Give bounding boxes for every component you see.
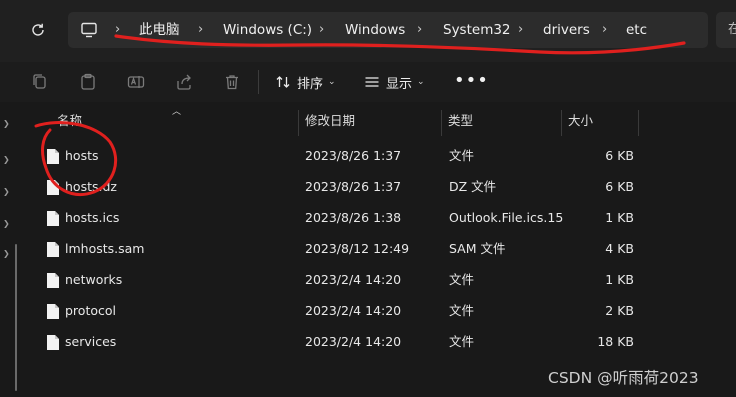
navigation-pane: ❯ ❯ ❯ ❯ ❯ (0, 102, 24, 397)
file-size: 1 KB (605, 272, 634, 287)
view-list-icon (365, 77, 379, 87)
file-name: protocol (65, 303, 116, 318)
view-label: 显示 (386, 76, 413, 92)
column-header-modified[interactable]: 修改日期 (305, 110, 355, 136)
expand-arrow-icon[interactable]: ❯ (3, 155, 11, 164)
chevron-down-icon: ⌄ (417, 77, 425, 87)
breadcrumb-etc[interactable]: etc (626, 12, 647, 48)
view-button[interactable]: 显示 ⌄ (364, 68, 425, 96)
breadcrumb-separator-icon[interactable]: › (115, 12, 120, 48)
address-row: › 此电脑 › Windows (C:) › Windows › System3… (0, 0, 736, 62)
file-icon (47, 335, 59, 350)
file-modified: 2023/8/26 1:37 (305, 148, 402, 163)
search-input[interactable]: 在 (716, 12, 736, 48)
breadcrumb-separator-icon[interactable]: › (198, 12, 203, 48)
file-icon (47, 180, 59, 195)
expand-arrow-icon[interactable]: ❯ (3, 187, 11, 196)
column-header-size[interactable]: 大小 (568, 110, 593, 136)
delete-icon[interactable] (222, 72, 242, 92)
file-row[interactable]: services 2023/2/4 14:20 文件 18 KB (24, 327, 736, 357)
breadcrumb-separator-icon[interactable]: › (417, 12, 422, 48)
refresh-button[interactable] (26, 18, 50, 42)
breadcrumb-separator-icon[interactable]: › (602, 12, 607, 48)
breadcrumb-windows-c[interactable]: Windows (C:) (223, 12, 312, 48)
nav-scrollbar[interactable] (15, 244, 17, 391)
expand-arrow-icon[interactable]: ❯ (3, 219, 11, 228)
file-size: 2 KB (605, 303, 634, 318)
file-icon (47, 242, 59, 257)
file-icon (47, 211, 59, 226)
share-icon[interactable] (174, 72, 194, 92)
toolbar-divider (258, 70, 259, 94)
column-headers: ︿ 名称 修改日期 类型 大小 (24, 107, 736, 136)
command-toolbar: 排序 ⌄ 显示 ⌄ ••• (0, 62, 736, 102)
file-modified: 2023/2/4 14:20 (305, 272, 402, 287)
watermark-text: CSDN @听雨荷2023 (548, 369, 699, 387)
breadcrumb-separator-icon[interactable]: › (319, 12, 324, 48)
column-divider[interactable] (561, 110, 562, 136)
file-size: 6 KB (605, 148, 634, 163)
file-size: 6 KB (605, 179, 634, 194)
file-size: 18 KB (597, 334, 634, 349)
monitor-icon[interactable] (80, 21, 98, 39)
column-header-type[interactable]: 类型 (448, 110, 473, 136)
sort-icon (276, 76, 290, 88)
file-name: hosts (65, 148, 99, 163)
file-icon (47, 149, 59, 164)
file-type: 文件 (449, 303, 475, 318)
file-row[interactable]: hosts.ics 2023/8/26 1:38 Outlook.File.ic… (24, 203, 736, 233)
file-modified: 2023/2/4 14:20 (305, 334, 402, 349)
file-modified: 2023/2/4 14:20 (305, 303, 402, 318)
sort-ascending-icon: ︿ (172, 107, 182, 117)
breadcrumb-drivers[interactable]: drivers (543, 12, 590, 48)
file-name: services (65, 334, 117, 349)
column-divider[interactable] (441, 110, 442, 136)
expand-arrow-icon[interactable]: ❯ (3, 249, 11, 258)
expand-arrow-icon[interactable]: ❯ (3, 119, 11, 128)
file-type: 文件 (449, 148, 475, 163)
file-type: 文件 (449, 334, 475, 349)
file-row[interactable]: networks 2023/2/4 14:20 文件 1 KB (24, 265, 736, 295)
file-size: 4 KB (605, 241, 634, 256)
chevron-down-icon: ⌄ (328, 77, 336, 87)
file-modified: 2023/8/26 1:38 (305, 210, 402, 225)
file-icon (47, 304, 59, 319)
breadcrumb-this-pc[interactable]: 此电脑 (139, 12, 180, 48)
file-row[interactable]: hosts.dz 2023/8/26 1:37 DZ 文件 6 KB (24, 172, 736, 202)
file-type: 文件 (449, 272, 475, 287)
file-name: lmhosts.sam (65, 241, 145, 256)
file-name: hosts.ics (65, 210, 120, 225)
column-divider[interactable] (638, 110, 639, 136)
paste-icon[interactable] (78, 72, 98, 92)
column-header-name[interactable]: 名称 (57, 110, 82, 136)
breadcrumb-system32[interactable]: System32 (443, 12, 511, 48)
file-modified: 2023/8/26 1:37 (305, 179, 402, 194)
file-list: ︿ 名称 修改日期 类型 大小 hosts 2023/8/26 1:37 文件 … (24, 102, 736, 397)
copy-icon[interactable] (30, 72, 50, 92)
file-type: Outlook.File.ics.15 (449, 210, 564, 225)
file-modified: 2023/8/12 12:49 (305, 241, 410, 256)
sort-button[interactable]: 排序 ⌄ (275, 68, 336, 96)
breadcrumb-windows[interactable]: Windows (345, 12, 405, 48)
breadcrumb-separator-icon[interactable]: › (518, 12, 523, 48)
file-icon (47, 273, 59, 288)
rename-icon[interactable] (126, 72, 146, 92)
file-name: networks (65, 272, 123, 287)
address-bar[interactable]: › 此电脑 › Windows (C:) › Windows › System3… (68, 12, 708, 48)
more-options-button[interactable]: ••• (454, 68, 489, 96)
file-row[interactable]: hosts 2023/8/26 1:37 文件 6 KB (24, 141, 736, 171)
sort-label: 排序 (297, 76, 324, 92)
file-row[interactable]: protocol 2023/2/4 14:20 文件 2 KB (24, 296, 736, 326)
file-size: 1 KB (605, 210, 634, 225)
file-row[interactable]: lmhosts.sam 2023/8/12 12:49 SAM 文件 4 KB (24, 234, 736, 264)
refresh-icon (32, 23, 44, 36)
file-type: SAM 文件 (449, 241, 506, 256)
file-type: DZ 文件 (449, 179, 497, 194)
column-divider[interactable] (298, 110, 299, 136)
file-name: hosts.dz (65, 179, 117, 194)
